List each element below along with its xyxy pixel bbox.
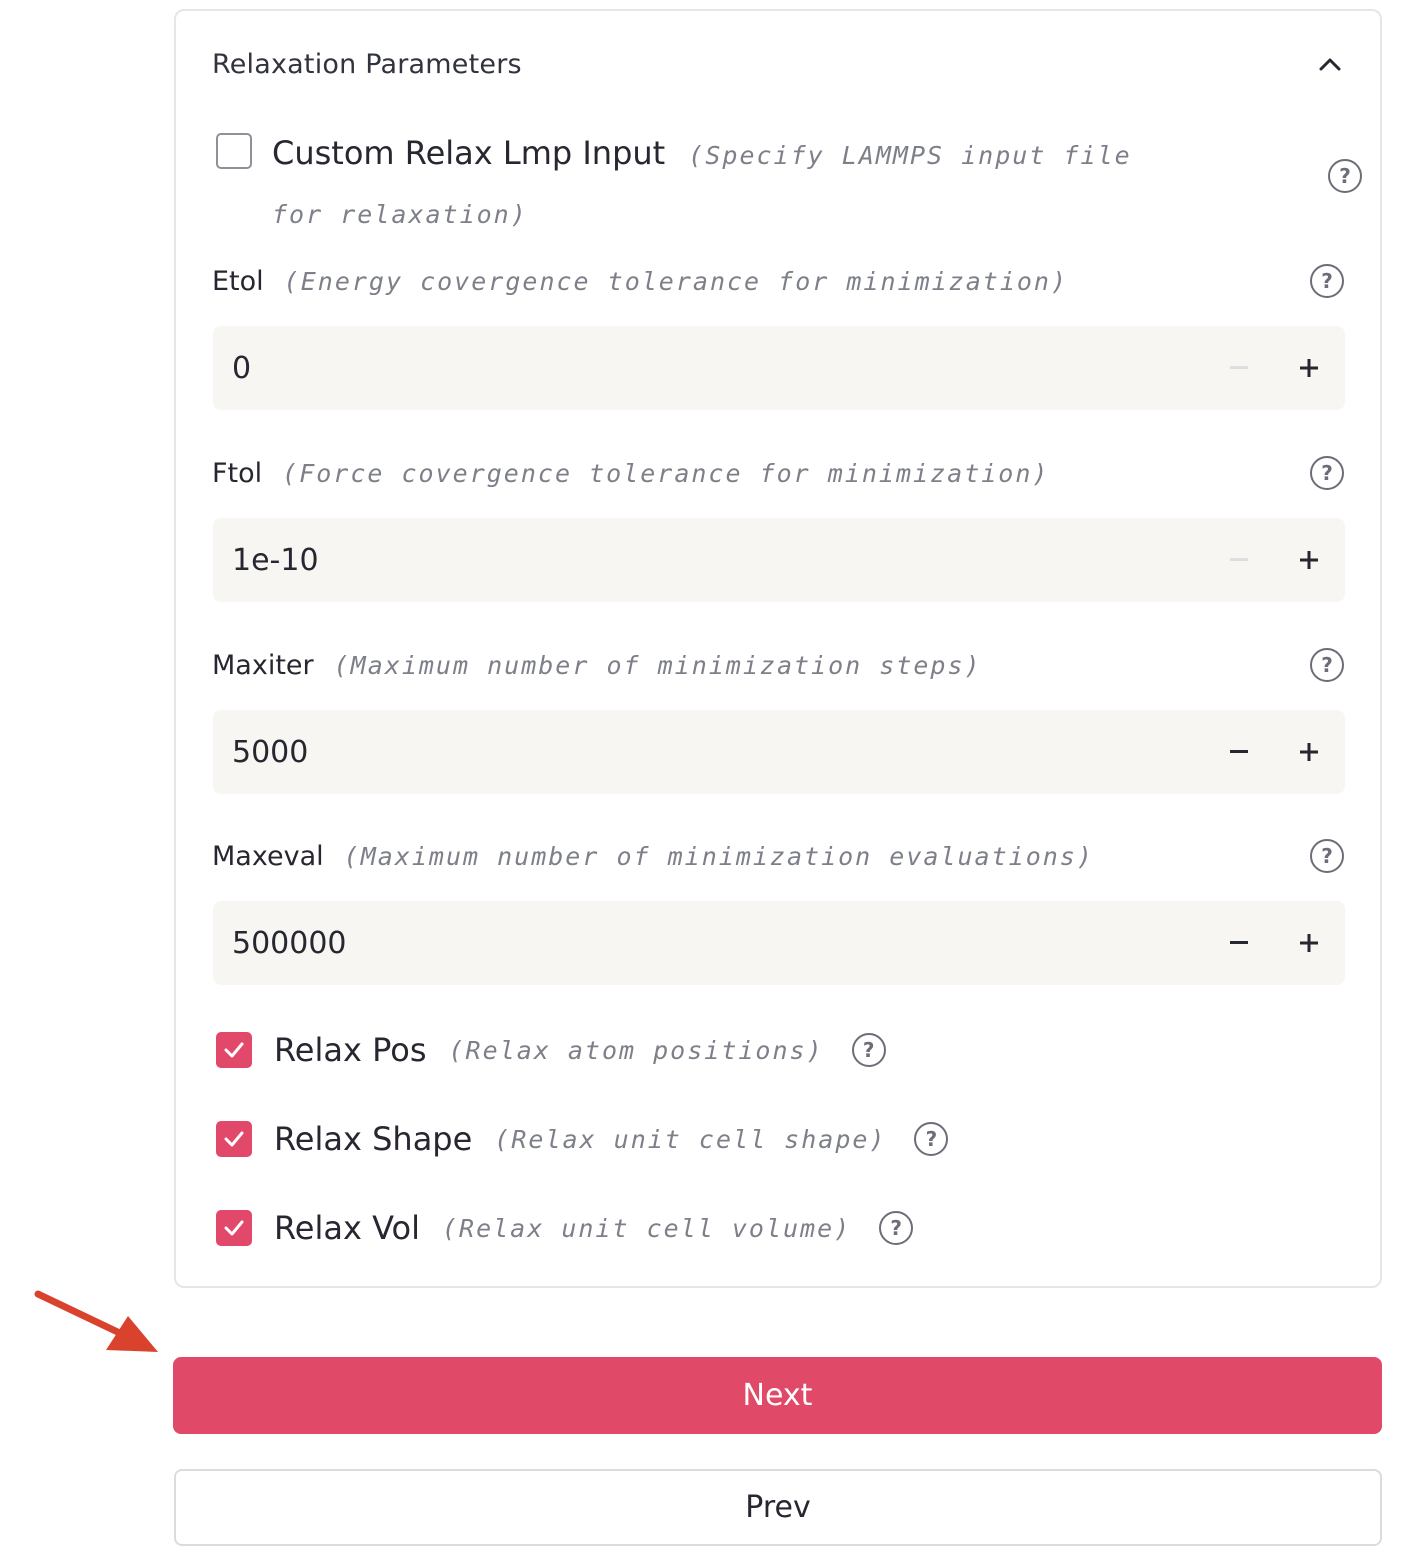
ftol-input (213, 518, 1345, 602)
maxiter-field[interactable] (213, 734, 1205, 770)
panel-title: Relaxation Parameters (212, 48, 522, 80)
maxeval-input (213, 901, 1345, 985)
maxiter-label-row: Maxiter (Maximum number of minimization … (212, 645, 1344, 685)
relax-pos-description: (Relax atom positions) (448, 1035, 824, 1065)
annotation-arrow-icon (34, 1290, 158, 1352)
maxeval-description: (Maximum number of minimization evaluati… (343, 841, 1094, 871)
etol-description: (Energy covergence tolerance for minimiz… (283, 266, 1069, 296)
maxeval-field[interactable] (213, 925, 1205, 961)
help-icon[interactable]: ? (1310, 456, 1344, 490)
check-icon (224, 1042, 244, 1058)
relax-vol-row: Relax Vol (Relax unit cell volume) ? (214, 1203, 914, 1253)
relax-shape-row: Relax Shape (Relax unit cell shape) ? (214, 1114, 949, 1164)
maxiter-label: Maxiter (212, 649, 314, 681)
maxiter-decrement-button[interactable] (1205, 710, 1273, 794)
etol-field[interactable] (213, 350, 1205, 386)
chevron-up-icon[interactable] (1316, 50, 1344, 78)
maxiter-increment-button[interactable] (1275, 710, 1343, 794)
maxiter-input (213, 710, 1345, 794)
check-icon (224, 1220, 244, 1236)
maxeval-label-row: Maxeval (Maximum number of minimization … (212, 836, 1344, 876)
ftol-decrement-button[interactable] (1205, 518, 1273, 602)
relax-shape-description: (Relax unit cell shape) (494, 1124, 887, 1154)
ftol-description: (Force covergence tolerance for minimiza… (282, 458, 1050, 488)
custom-relax-checkbox[interactable] (216, 133, 252, 169)
relax-vol-label: Relax Vol (274, 1209, 420, 1247)
relax-pos-checkbox[interactable] (216, 1032, 252, 1068)
ftol-increment-button[interactable] (1275, 518, 1343, 602)
custom-relax-label-wrap: Custom Relax Lmp Input (Specify LAMMPS i… (272, 125, 1172, 246)
maxeval-increment-button[interactable] (1275, 901, 1343, 985)
help-icon[interactable]: ? (879, 1211, 914, 1245)
help-icon[interactable]: ? (1310, 648, 1344, 682)
relax-pos-row: Relax Pos (Relax atom positions) ? (214, 1025, 886, 1075)
relax-pos-label: Relax Pos (274, 1031, 427, 1069)
maxeval-decrement-button[interactable] (1205, 901, 1273, 985)
relaxation-parameters-panel: Relaxation Parameters Custom Relax Lmp I… (174, 9, 1382, 1288)
relax-shape-checkbox[interactable] (216, 1121, 252, 1157)
ftol-label-row: Ftol (Force covergence tolerance for min… (212, 453, 1344, 493)
etol-increment-button[interactable] (1275, 326, 1343, 410)
help-icon[interactable]: ? (851, 1033, 886, 1067)
etol-input (213, 326, 1345, 410)
help-icon[interactable]: ? (1328, 159, 1362, 193)
help-icon[interactable]: ? (1310, 264, 1344, 298)
maxiter-description: (Maximum number of minimization steps) (333, 650, 982, 680)
next-button[interactable]: Next (173, 1357, 1382, 1434)
prev-button[interactable]: Prev (174, 1469, 1382, 1546)
custom-relax-row: Custom Relax Lmp Input (Specify LAMMPS i… (214, 119, 1362, 229)
check-icon (224, 1131, 244, 1147)
help-icon[interactable]: ? (914, 1122, 949, 1156)
relax-vol-checkbox[interactable] (216, 1210, 252, 1246)
ftol-label: Ftol (212, 457, 263, 489)
relax-vol-description: (Relax unit cell volume) (441, 1213, 852, 1243)
etol-label-row: Etol (Energy covergence tolerance for mi… (212, 261, 1344, 301)
relax-shape-label: Relax Shape (274, 1120, 473, 1158)
maxeval-label: Maxeval (212, 840, 324, 872)
ftol-field[interactable] (213, 542, 1205, 578)
panel-header[interactable]: Relaxation Parameters (212, 47, 1344, 81)
help-icon[interactable]: ? (1310, 839, 1344, 873)
etol-decrement-button[interactable] (1205, 326, 1273, 410)
custom-relax-label: Custom Relax Lmp Input (272, 134, 666, 172)
etol-label: Etol (212, 265, 264, 297)
